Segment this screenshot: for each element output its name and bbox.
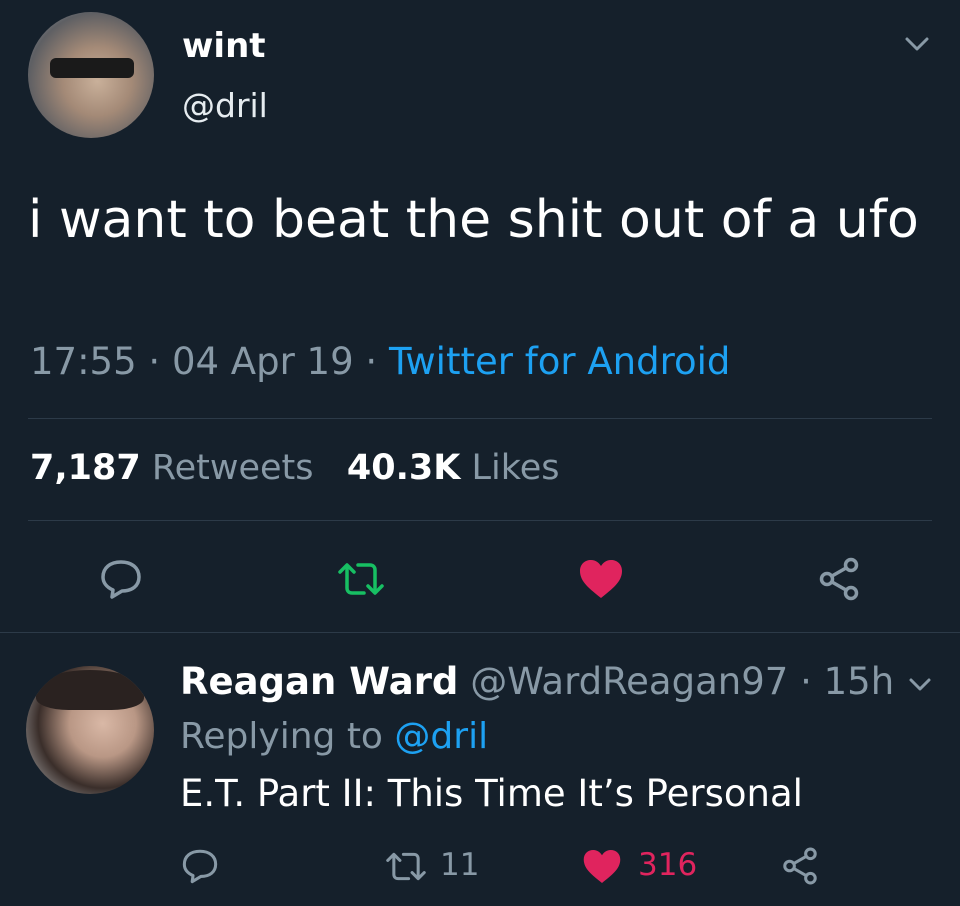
reply-author-handle[interactable]: @WardReagan97 <box>470 660 788 703</box>
tweet-date: 04 Apr 19 <box>171 340 354 383</box>
heart-icon[interactable] <box>582 848 622 885</box>
retweet-icon[interactable] <box>384 850 428 883</box>
reply-author-name[interactable]: Reagan Ward <box>180 660 458 703</box>
replying-to-label: Replying to <box>180 716 383 757</box>
tweet-meta: 17:55 · 04 Apr 19 · Twitter for Android <box>30 340 730 383</box>
reply-avatar[interactable] <box>26 666 154 794</box>
replying-to-handle[interactable]: @dril <box>394 716 488 757</box>
likes-label: Likes <box>471 448 560 488</box>
tweet-text: i want to beat the shit out of a ufo <box>28 190 919 250</box>
divider <box>28 418 932 419</box>
reply-like-count: 316 <box>638 847 698 883</box>
meta-separator: · <box>148 340 172 383</box>
tweet-time: 17:55 <box>30 340 137 383</box>
replying-to: Replying to @dril <box>180 716 488 757</box>
author-handle[interactable]: @dril <box>182 86 268 125</box>
reply-retweet-count: 11 <box>440 847 480 883</box>
retweets-stat[interactable]: 7,187 Retweets <box>30 448 314 488</box>
chevron-down-icon[interactable] <box>904 34 930 54</box>
share-icon[interactable] <box>780 846 820 886</box>
retweets-label: Retweets <box>151 448 314 488</box>
retweet-icon[interactable] <box>336 560 386 598</box>
like-count: 40.3K <box>346 448 461 488</box>
engagement-stats: 7,187 Retweets 40.3K Likes <box>30 448 560 488</box>
share-icon[interactable] <box>816 556 862 602</box>
divider <box>28 520 932 521</box>
chevron-down-icon[interactable] <box>908 676 932 694</box>
reply-age: 15h <box>823 660 895 703</box>
meta-separator: · <box>365 340 389 383</box>
divider <box>0 632 960 633</box>
reply-icon[interactable] <box>98 556 144 602</box>
reply-text: E.T. Part II: This Time It’s Personal <box>180 772 803 815</box>
retweet-count: 7,187 <box>30 448 141 488</box>
author-name[interactable]: wint <box>182 26 266 66</box>
avatar[interactable] <box>28 12 154 138</box>
reply-icon[interactable] <box>180 846 220 886</box>
likes-stat[interactable]: 40.3K Likes <box>347 448 560 488</box>
heart-icon[interactable] <box>578 558 624 600</box>
tweet-source[interactable]: Twitter for Android <box>389 340 730 383</box>
meta-separator: · <box>800 660 824 703</box>
avatar-hair <box>36 670 144 710</box>
avatar-glasses <box>50 58 134 78</box>
reply-header: Reagan Ward @WardReagan97 · 15h <box>180 660 894 703</box>
